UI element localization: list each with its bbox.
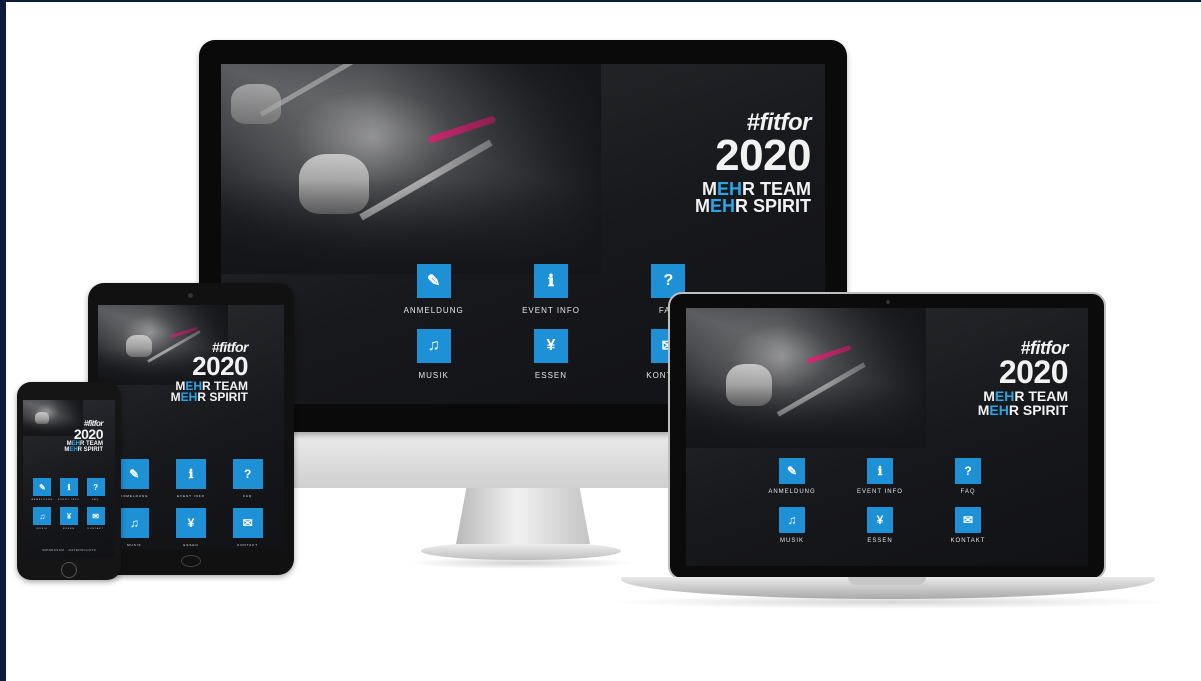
menu-item-essen[interactable]: ¥ ESSEN [836, 507, 924, 544]
menu-label: ESSEN [534, 371, 568, 380]
menu-item-essen[interactable]: ¥ ESSEN [163, 508, 220, 547]
tablet-home-button[interactable] [181, 555, 201, 567]
menu-item-faq[interactable]: ?FAQ [219, 459, 276, 498]
fork-knife-icon[interactable]: ¥ [867, 507, 893, 533]
edit-icon[interactable]: ✎ [779, 458, 805, 484]
phone-home-button[interactable] [61, 562, 77, 578]
menu-item-musik[interactable]: ♫ MUSIK [375, 329, 492, 380]
question-icon[interactable]: ? [955, 458, 981, 484]
monitor-neck [456, 486, 590, 544]
menu-item-faq[interactable]: ?FAQ [82, 478, 109, 501]
laptop-camera [886, 300, 890, 304]
brand-logo: #fitfor 2020 MEHR TEAM MEHR SPIRIT [170, 339, 249, 405]
monitor-foot [421, 542, 621, 560]
menu-item-event-info[interactable]: ℹ EVENT INFO [492, 264, 609, 315]
edit-icon[interactable]: ✎ [119, 459, 150, 489]
laptop-screen: #fitfor 2020 MEHR TEAM MEHR SPIRIT ✎ ANME… [686, 308, 1088, 566]
brand-logo: #fitfor 2020 MEHR TEAM MEHR SPIRIT [694, 111, 812, 216]
brand-year: 2020 [715, 130, 811, 180]
music-icon[interactable]: ♫ [119, 508, 150, 538]
music-icon[interactable]: ♫ [779, 507, 805, 533]
menu-item-kontakt[interactable]: ✉KONTAKT [82, 507, 109, 530]
phone-footer[interactable]: IMPRESSUM · DATENSCHUTZ [23, 548, 115, 552]
info-icon[interactable]: ℹ [59, 478, 78, 496]
envelope-icon[interactable]: ✉ [955, 507, 981, 533]
menu-item-kontakt[interactable]: ✉KONTAKT [924, 507, 1012, 544]
brand-logo: #fitfor 2020 MEHR TEAM MEHR SPIRIT [977, 338, 1069, 418]
tablet-camera [188, 293, 193, 298]
info-icon[interactable]: ℹ [175, 459, 206, 489]
fork-knife-icon[interactable]: ¥ [59, 507, 78, 525]
menu-item-musik[interactable]: ♫ MUSIK [748, 507, 836, 544]
tablet-screen: #fitfor 2020 MEHR TEAM MEHR SPIRIT ✎ ANME… [98, 305, 284, 549]
menu-label: MUSIK [418, 371, 449, 380]
menu-item-faq[interactable]: ?FAQ [924, 458, 1012, 495]
envelope-icon[interactable]: ✉ [232, 508, 263, 538]
phone-device: #fitfor 2020 MEHR TEAM MEHR SPIRIT ✎ ANME… [17, 382, 121, 580]
menu-item-event-info[interactable]: ℹ EVENT INFO [56, 478, 83, 501]
info-icon[interactable]: ℹ [867, 458, 893, 484]
fork-knife-icon[interactable]: ¥ [533, 329, 568, 363]
fork-knife-icon[interactable]: ¥ [175, 508, 206, 538]
hero-photo [221, 64, 601, 274]
menu-item-essen[interactable]: ¥ ESSEN [492, 329, 609, 380]
brand-logo: #fitfor 2020 MEHR TEAM MEHR SPIRIT [64, 419, 103, 453]
menu-item-event-info[interactable]: ℹ EVENT INFO [836, 458, 924, 495]
menu-item-essen[interactable]: ¥ ESSEN [56, 507, 83, 530]
laptop-opening-notch [848, 577, 926, 585]
tagline-spirit: MEHR SPIRIT [694, 195, 811, 216]
mockup-canvas: #fitfor 2020 MEHR TEAM MEHR SPIRIT ✎ ANME… [6, 2, 1201, 681]
main-menu: ✎ANMELDUNG ℹEVENT INFO ?FAQ ♫MUSIK ¥ESSE… [106, 459, 276, 547]
question-icon[interactable]: ? [86, 478, 105, 496]
menu-item-kontakt[interactable]: ✉KONTAKT [219, 508, 276, 547]
edit-icon[interactable]: ✎ [416, 264, 451, 298]
menu-item-musik[interactable]: ♫ MUSIK [29, 507, 56, 530]
hero-photo [686, 308, 926, 448]
main-menu: ✎ANMELDUNG ℹEVENT INFO ?FAQ ♫MUSIK ¥ESSE… [29, 478, 109, 530]
menu-item-anmeldung[interactable]: ✎ ANMELDUNG [748, 458, 836, 495]
menu-label: ANMELDUNG [403, 306, 464, 315]
envelope-icon[interactable]: ✉ [86, 507, 105, 525]
menu-label: EVENT INFO [522, 306, 580, 315]
laptop-device: #fitfor 2020 MEHR TEAM MEHR SPIRIT ✎ ANME… [668, 292, 1106, 580]
info-icon[interactable]: ℹ [533, 264, 568, 298]
question-icon[interactable]: ? [232, 459, 263, 489]
music-icon[interactable]: ♫ [33, 507, 52, 525]
edit-icon[interactable]: ✎ [33, 478, 52, 496]
music-icon[interactable]: ♫ [416, 329, 451, 363]
menu-item-anmeldung[interactable]: ✎ ANMELDUNG [375, 264, 492, 315]
main-menu: ✎ANMELDUNG ℹEVENT INFO ?FAQ ♫MUSIK ¥ESSE… [748, 458, 1012, 544]
phone-screen: #fitfor 2020 MEHR TEAM MEHR SPIRIT ✎ ANME… [23, 400, 115, 558]
menu-item-anmeldung[interactable]: ✎ ANMELDUNG [29, 478, 56, 501]
menu-item-event-info[interactable]: ℹ EVENT INFO [163, 459, 220, 498]
